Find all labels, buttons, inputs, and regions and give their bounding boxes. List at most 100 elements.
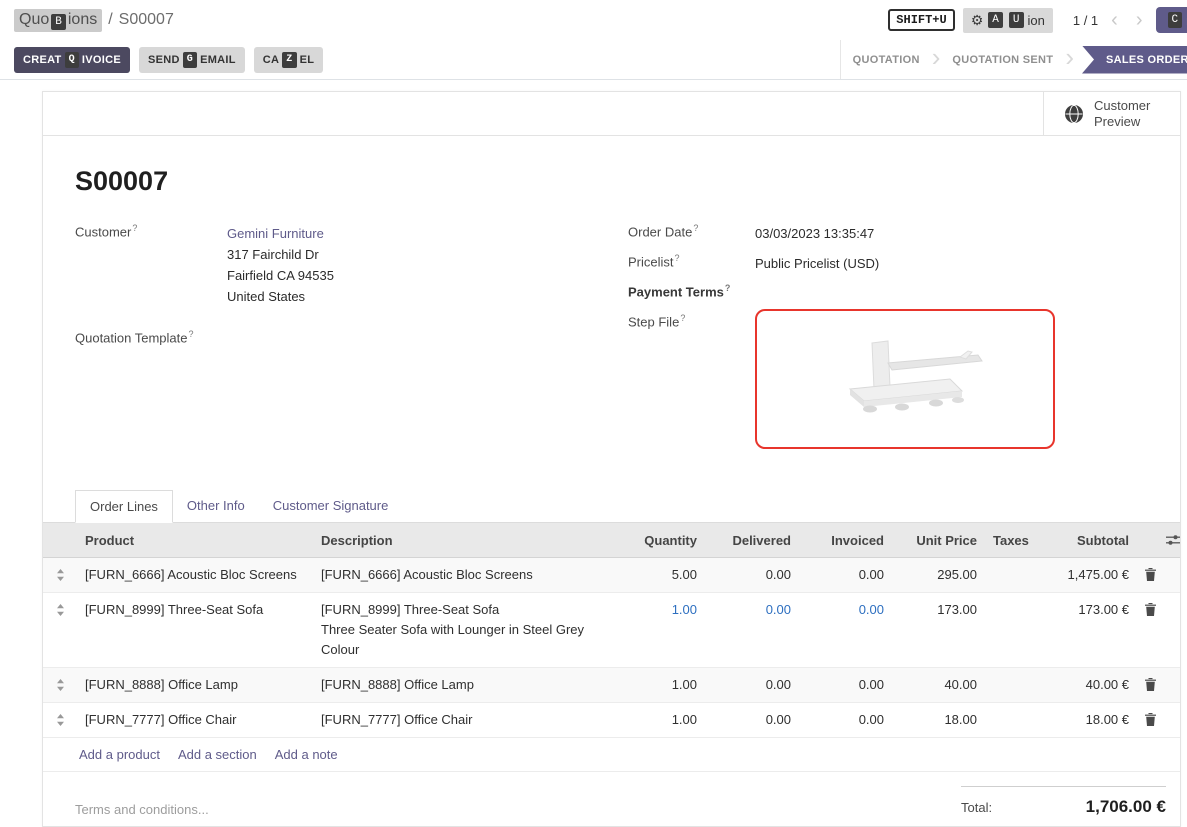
cell-delivered[interactable]: 0.00 bbox=[705, 710, 799, 730]
delete-row-icon[interactable] bbox=[1137, 565, 1163, 581]
pricelist-label: Pricelist? bbox=[628, 253, 755, 274]
send-email-button[interactable]: SENDGEMAIL bbox=[139, 47, 245, 73]
create-button[interactable]: C i bbox=[1156, 7, 1187, 33]
cell-unit-price[interactable]: 295.00 bbox=[892, 565, 985, 585]
cell-unit-price[interactable]: 173.00 bbox=[892, 600, 985, 620]
add-product-link[interactable]: Add a product bbox=[79, 747, 160, 762]
breadcrumb: QuoBions / S00007 bbox=[14, 9, 174, 32]
cell-invoiced[interactable]: 0.00 bbox=[799, 675, 892, 695]
help-icon: ? bbox=[132, 223, 137, 233]
send-email-label-pre: SEND bbox=[148, 54, 180, 66]
help-icon: ? bbox=[189, 329, 194, 339]
drag-handle-icon[interactable] bbox=[43, 600, 77, 616]
sheet-body: S00007 Customer? Gemini Furniture 317 Fa… bbox=[43, 136, 1180, 458]
cell-invoiced[interactable]: 0.00 bbox=[799, 710, 892, 730]
cell-invoiced[interactable]: 0.00 bbox=[799, 565, 892, 585]
pager-prev-icon[interactable]: ‹ bbox=[1106, 10, 1123, 30]
total-label: Total: bbox=[961, 800, 992, 815]
column-header-delivered[interactable]: Delivered bbox=[705, 533, 799, 548]
table-row[interactable]: [FURN_7777] Office Chair [FURN_7777] Off… bbox=[43, 703, 1180, 738]
cell-quantity[interactable]: 1.00 bbox=[605, 600, 705, 620]
cell-quantity[interactable]: 1.00 bbox=[605, 710, 705, 730]
cell-subtotal: 40.00 € bbox=[1027, 675, 1137, 695]
hotkey-badge-u: U bbox=[1009, 12, 1024, 28]
breadcrumb-quotations-link[interactable]: QuoBions bbox=[14, 9, 102, 32]
delete-row-icon[interactable] bbox=[1137, 710, 1163, 726]
tab-order-lines[interactable]: Order Lines bbox=[75, 490, 173, 523]
column-header-invoiced[interactable]: Invoiced bbox=[799, 533, 892, 548]
delete-row-icon[interactable] bbox=[1137, 600, 1163, 616]
fields-left-column: Customer? Gemini Furniture 317 Fairchild… bbox=[75, 223, 628, 458]
cancel-label-pre: CA bbox=[263, 54, 280, 66]
cancel-button[interactable]: CAZ EL bbox=[254, 47, 323, 73]
step-file-label: Step File? bbox=[628, 313, 755, 449]
cell-subtotal: 173.00 € bbox=[1027, 600, 1137, 620]
delete-row-icon[interactable] bbox=[1137, 675, 1163, 691]
breadcrumb-quotations-text-pre: Quo bbox=[19, 11, 49, 28]
customer-preview-button[interactable]: CustomerPreview bbox=[1043, 92, 1180, 135]
cell-delivered[interactable]: 0.00 bbox=[705, 600, 799, 620]
notebook-tabs: Order Lines Other Info Customer Signatur… bbox=[43, 490, 1180, 523]
create-invoice-button[interactable]: CREATQIVOICE bbox=[14, 47, 130, 73]
cell-product[interactable]: [FURN_8999] Three-Seat Sofa bbox=[77, 600, 313, 620]
optional-columns-icon[interactable] bbox=[1163, 534, 1182, 546]
cell-quantity[interactable]: 5.00 bbox=[605, 565, 705, 585]
cell-product[interactable]: [FURN_8888] Office Lamp bbox=[77, 675, 313, 695]
customer-label: Customer? bbox=[75, 223, 227, 307]
table-row[interactable]: [FURN_6666] Acoustic Bloc Screens [FURN_… bbox=[43, 558, 1180, 593]
page-title: S00007 bbox=[75, 166, 1156, 197]
column-header-subtotal[interactable]: Subtotal bbox=[1027, 533, 1137, 548]
hotkey-badge-g: G bbox=[183, 52, 197, 68]
customer-address-line3: United States bbox=[227, 289, 305, 304]
total-block: Total: 1,706.00 € bbox=[961, 786, 1166, 817]
quotation-template-label: Quotation Template? bbox=[75, 329, 227, 345]
table-footer-links: Add a product Add a section Add a note bbox=[43, 738, 1180, 772]
cell-description[interactable]: [FURN_7777] Office Chair bbox=[313, 710, 605, 730]
cell-description[interactable]: [FURN_8888] Office Lamp bbox=[313, 675, 605, 695]
cell-invoiced[interactable]: 0.00 bbox=[799, 600, 892, 620]
tab-customer-signature[interactable]: Customer Signature bbox=[259, 490, 403, 523]
help-icon: ? bbox=[693, 223, 698, 233]
terms-and-conditions-input[interactable]: Terms and conditions... bbox=[75, 786, 209, 817]
drag-handle-icon[interactable] bbox=[43, 565, 77, 581]
cell-unit-price[interactable]: 18.00 bbox=[892, 710, 985, 730]
column-header-description[interactable]: Description bbox=[313, 533, 605, 548]
cell-description[interactable]: [FURN_6666] Acoustic Bloc Screens bbox=[313, 565, 605, 585]
status-step-quotation-sent[interactable]: QUOTATION SENT bbox=[940, 54, 1065, 66]
order-date-value[interactable]: 03/03/2023 13:35:47 bbox=[755, 223, 874, 244]
column-header-quantity[interactable]: Quantity bbox=[605, 533, 705, 548]
topbar-right-controls: SHIFT+U ⚙ A U ion 1 / 1 ‹ › C i bbox=[888, 7, 1173, 33]
drag-handle-icon[interactable] bbox=[43, 710, 77, 726]
column-header-product[interactable]: Product bbox=[77, 533, 313, 548]
tab-other-info[interactable]: Other Info bbox=[173, 490, 259, 523]
cell-product[interactable]: [FURN_6666] Acoustic Bloc Screens bbox=[77, 565, 313, 585]
column-header-taxes[interactable]: Taxes bbox=[985, 533, 1027, 548]
cell-unit-price[interactable]: 40.00 bbox=[892, 675, 985, 695]
table-row[interactable]: [FURN_8888] Office Lamp [FURN_8888] Offi… bbox=[43, 668, 1180, 703]
breadcrumb-separator: / bbox=[108, 11, 112, 29]
cell-quantity[interactable]: 1.00 bbox=[605, 675, 705, 695]
pricelist-value[interactable]: Public Pricelist (USD) bbox=[755, 253, 879, 274]
pager-next-icon[interactable]: › bbox=[1131, 10, 1148, 30]
add-section-link[interactable]: Add a section bbox=[178, 747, 257, 762]
cancel-label-post: EL bbox=[300, 54, 315, 66]
column-header-unit-price[interactable]: Unit Price bbox=[892, 533, 985, 548]
hotkey-badge-z: Z bbox=[282, 52, 296, 68]
add-note-link[interactable]: Add a note bbox=[275, 747, 338, 762]
customer-link[interactable]: Gemini Furniture bbox=[227, 226, 324, 241]
table-row[interactable]: [FURN_8999] Three-Seat Sofa [FURN_8999] … bbox=[43, 593, 1180, 668]
status-step-sales-order[interactable]: SALES ORDER bbox=[1082, 46, 1187, 74]
total-value: 1,706.00 € bbox=[1086, 797, 1166, 817]
customer-value: Gemini Furniture 317 Fairchild Dr Fairfi… bbox=[227, 223, 334, 307]
cell-delivered[interactable]: 0.00 bbox=[705, 675, 799, 695]
cell-delivered[interactable]: 0.00 bbox=[705, 565, 799, 585]
drag-handle-icon[interactable] bbox=[43, 675, 77, 691]
payment-terms-label: Payment Terms? bbox=[628, 283, 755, 299]
field-grid: Customer? Gemini Furniture 317 Fairchild… bbox=[75, 223, 1156, 458]
action-menu-button[interactable]: ⚙ A U ion bbox=[963, 8, 1053, 33]
cell-description[interactable]: [FURN_8999] Three-Seat SofaThree Seater … bbox=[313, 600, 605, 660]
step-file-image[interactable] bbox=[755, 309, 1055, 449]
status-step-quotation[interactable]: QUOTATION bbox=[841, 54, 932, 66]
order-date-label: Order Date? bbox=[628, 223, 755, 244]
cell-product[interactable]: [FURN_7777] Office Chair bbox=[77, 710, 313, 730]
